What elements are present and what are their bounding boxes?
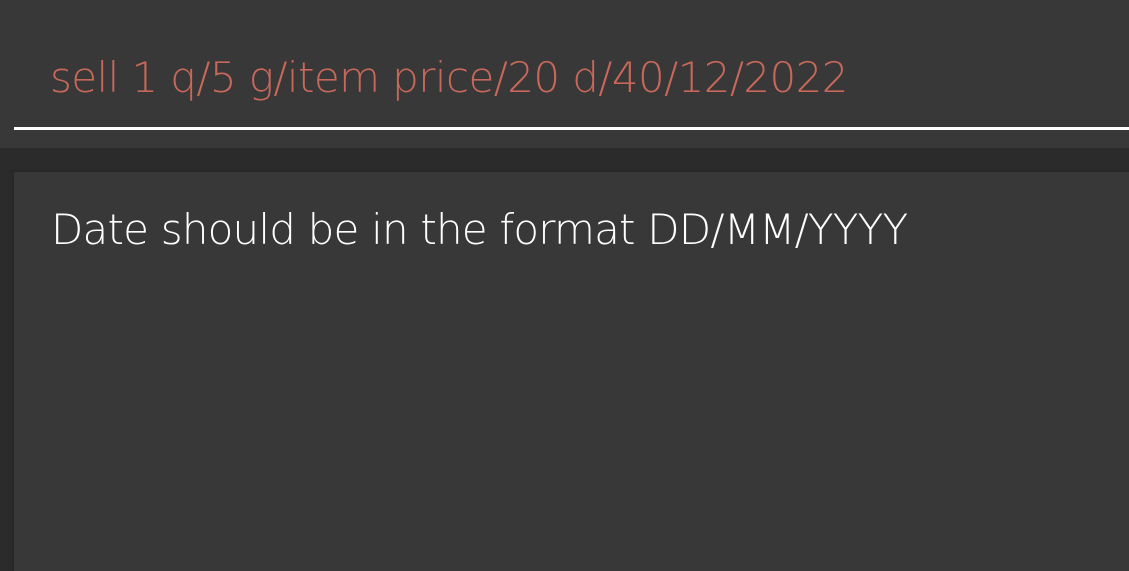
result-message: Date should be in the format DD/MM/YYYY xyxy=(51,205,908,254)
command-box xyxy=(0,0,1129,148)
command-input[interactable] xyxy=(14,28,1129,130)
result-display: Date should be in the format DD/MM/YYYY xyxy=(11,170,1129,571)
